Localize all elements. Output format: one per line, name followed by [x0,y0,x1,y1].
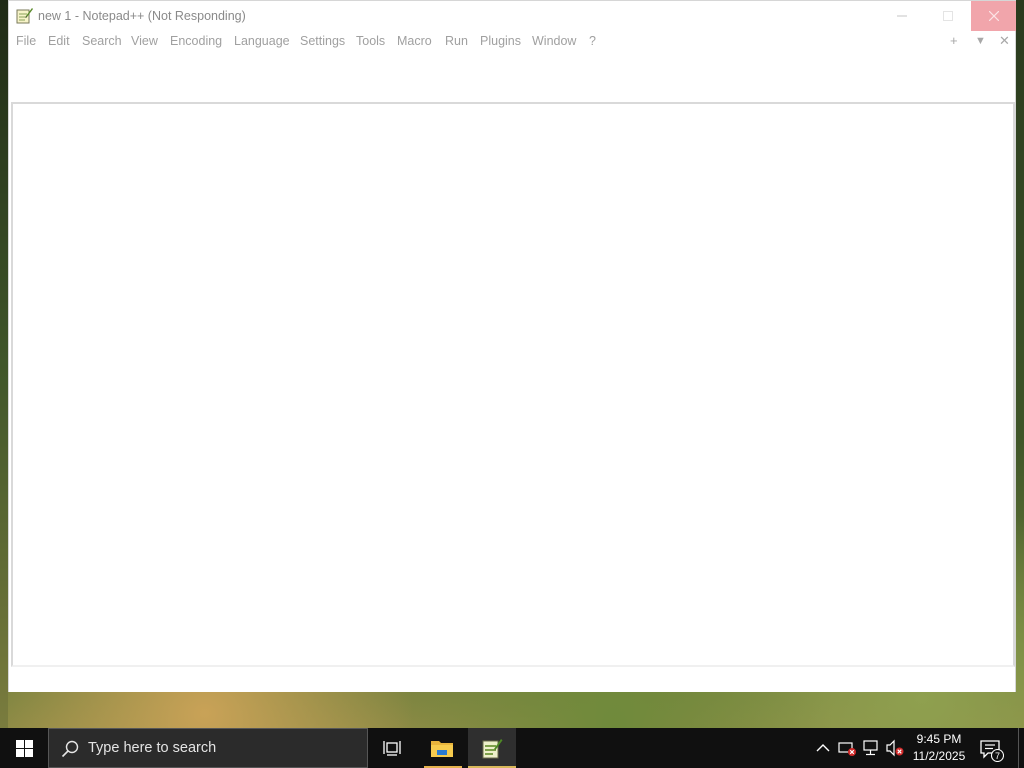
add-tab-button[interactable]: + [950,33,958,48]
menu-window[interactable]: Window [532,34,576,48]
toolbar-area [9,52,1015,102]
maximize-button[interactable] [925,1,971,31]
notepadpp-taskbar-button[interactable] [468,728,516,768]
menu-bar: File Edit Search View Encoding Language … [9,32,1015,52]
menu-file[interactable]: File [16,34,36,48]
clock-date: 11/2/2025 [912,749,966,763]
show-desktop-button[interactable] [1018,728,1019,768]
chevron-up-icon [816,744,830,752]
file-explorer-taskbar-button[interactable] [418,728,466,768]
task-view-button[interactable] [368,728,416,768]
show-hidden-icons-button[interactable] [813,738,833,758]
notepadpp-icon [482,739,503,759]
menu-run[interactable]: Run [445,34,468,48]
menu-encoding[interactable]: Encoding [170,34,222,48]
menu-tools[interactable]: Tools [356,34,385,48]
menu-macro[interactable]: Macro [397,34,432,48]
menu-edit[interactable]: Edit [48,34,70,48]
network-tray-icon[interactable] [861,738,881,758]
menu-view[interactable]: View [131,34,158,48]
windows-logo-icon [15,739,33,757]
menu-help[interactable]: ? [589,34,596,48]
editor-area[interactable] [11,102,1015,667]
network-error-icon [863,740,878,756]
task-view-icon [383,741,401,756]
maximize-icon [943,11,953,21]
close-button[interactable] [971,1,1016,31]
minimize-button[interactable] [879,1,925,31]
menu-plugins[interactable]: Plugins [480,34,521,48]
search-icon [61,740,79,758]
notification-count: 7 [995,751,1000,761]
status-bar [9,667,1015,692]
taskbar: Type here to search 9:45 PM 11/2/2025 7 [0,728,1024,768]
sync-error-icon [838,742,856,756]
minimize-icon [897,15,907,17]
file-explorer-icon [431,741,453,757]
search-placeholder: Type here to search [88,740,217,756]
desktop-edge [0,0,8,728]
close-icon [988,11,999,21]
title-bar[interactable]: new 1 - Notepad++ (Not Responding) [9,1,1016,32]
menu-language[interactable]: Language [234,34,290,48]
menu-settings[interactable]: Settings [300,34,345,48]
close-tab-button[interactable]: ✕ [999,33,1010,49]
taskbar-clock[interactable]: 9:45 PM 11/2/2025 [908,731,970,765]
sync-status-tray-icon[interactable] [837,738,857,758]
volume-tray-icon[interactable] [885,738,905,758]
action-center-button[interactable]: 7 [978,736,1005,763]
window-title: new 1 - Notepad++ (Not Responding) [38,9,246,23]
action-center-icon: 7 [980,740,1005,763]
tab-list-dropdown[interactable]: ▼ [975,35,986,47]
start-button[interactable] [0,728,48,768]
volume-muted-icon [886,739,904,757]
clock-time: 9:45 PM [916,732,962,746]
taskbar-search-box[interactable]: Type here to search [48,728,368,768]
notepadpp-icon [16,7,33,24]
menu-search[interactable]: Search [82,34,122,48]
notepadpp-window: new 1 - Notepad++ (Not Responding) File … [8,0,1016,692]
